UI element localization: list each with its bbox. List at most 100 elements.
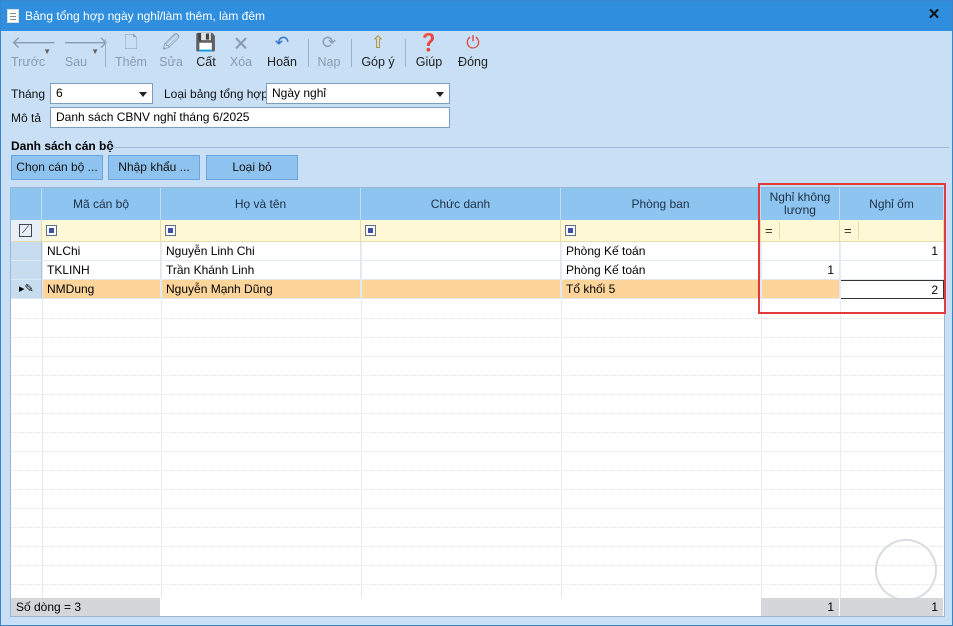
add-button[interactable]: 🗋 Thêm — [115, 33, 147, 69]
report-type-label: Loại bảng tổng hợp — [164, 87, 268, 101]
footer-unpaid-total: 1 — [761, 598, 840, 616]
cell-name[interactable]: Nguyễn Mạnh Dũng — [161, 280, 361, 299]
toolbar-separator — [308, 39, 309, 67]
column-header-title[interactable]: Chức danh — [361, 188, 561, 220]
filter-operator-icon[interactable] — [46, 225, 57, 236]
grid-line — [761, 242, 762, 598]
column-header-code[interactable]: Mã cán bộ — [42, 188, 161, 220]
filter-operator-icon[interactable] — [565, 225, 576, 236]
remove-button[interactable]: Loại bỏ — [206, 155, 298, 180]
choose-staff-button[interactable]: Chọn cán bộ ... — [11, 155, 103, 180]
cell-department[interactable]: Phòng Kế toán — [561, 261, 761, 280]
help-button[interactable]: ❓ Giúp — [415, 33, 443, 69]
cell-unpaid-leave[interactable]: 1 — [761, 261, 840, 280]
new-document-icon: 🗋 — [124, 33, 138, 52]
undo-label: Hoãn — [267, 55, 297, 69]
cell-name[interactable]: Nguyễn Linh Chi — [161, 242, 361, 261]
filter-name[interactable] — [161, 220, 361, 242]
month-label: Tháng — [11, 87, 46, 101]
filter-department[interactable] — [561, 220, 761, 242]
cell-unpaid-leave[interactable] — [761, 242, 840, 261]
grid-line — [11, 527, 944, 528]
staff-list-title: Danh sách cán bộ — [11, 139, 114, 153]
delete-document-icon: 🗙 — [234, 33, 248, 52]
delete-button[interactable]: 🗙 Xóa — [229, 33, 253, 69]
grid-line — [11, 375, 944, 376]
column-header-unpaid-leave[interactable]: Nghỉ không lương — [761, 188, 840, 220]
cell-sick-leave-editing[interactable]: 2 — [840, 280, 944, 299]
cell-sick-leave[interactable] — [840, 261, 944, 280]
cell-sick-leave[interactable]: 1 — [840, 242, 944, 261]
close-window-button[interactable]: ✕ — [924, 5, 944, 25]
import-button[interactable]: Nhập khẩu ... — [108, 155, 200, 180]
filter-input[interactable] — [858, 222, 943, 239]
footer-sick-total: 1 — [840, 598, 944, 616]
cell-code[interactable]: NMDung — [42, 280, 161, 299]
month-value: 6 — [56, 86, 63, 100]
report-type-select[interactable]: Ngày nghỉ — [266, 83, 450, 104]
description-field[interactable]: Danh sách CBNV nghỉ tháng 6/2025 — [50, 107, 450, 128]
filter-edit-icon[interactable]: ⟋ — [19, 224, 32, 237]
title-bar: Bảng tổng hợp ngày nghỉ/làm thêm, làm đê… — [1, 1, 952, 31]
feedback-label: Góp ý — [361, 55, 395, 69]
edit-button[interactable]: 🖉 Sửa — [159, 33, 183, 69]
filter-code[interactable] — [42, 220, 161, 242]
filter-input[interactable] — [779, 222, 839, 239]
filter-row-header: ⟋ — [11, 220, 42, 242]
floppy-disk-icon: 💾 — [195, 33, 217, 52]
toolbar-separator — [405, 39, 406, 67]
column-header-department[interactable]: Phòng ban — [561, 188, 761, 220]
grid-line — [11, 356, 944, 357]
grid-line — [11, 413, 944, 414]
month-select[interactable]: 6 — [50, 83, 153, 104]
toolbar-separator — [105, 39, 106, 67]
cell-title[interactable] — [361, 280, 561, 299]
column-header-sick-leave[interactable]: Nghỉ ốm — [840, 188, 944, 220]
help-icon: ❓ — [418, 33, 440, 52]
description-value: Danh sách CBNV nghỉ tháng 6/2025 — [56, 110, 250, 124]
cell-code[interactable]: NLChi — [42, 242, 161, 261]
grid-line — [11, 508, 944, 509]
filter-unpaid-leave[interactable]: = — [761, 220, 840, 242]
cell-title[interactable] — [361, 242, 561, 261]
grid-line — [11, 546, 944, 547]
filter-operator-icon[interactable] — [165, 225, 176, 236]
close-button[interactable]: ⏻ Đóng — [457, 33, 489, 69]
row-selector[interactable] — [11, 261, 42, 280]
forward-button[interactable]: 🡒 Sau ▼ — [63, 33, 109, 69]
description-label: Mô tả — [11, 111, 42, 125]
staff-grid: Mã cán bộ Họ và tên Chức danh Phòng ban … — [10, 187, 945, 617]
row-selector[interactable] — [11, 242, 42, 261]
grid-line — [11, 394, 944, 395]
cell-code[interactable]: TKLINH — [42, 261, 161, 280]
cell-department[interactable]: Phòng Kế toán — [561, 242, 761, 261]
grid-line — [11, 337, 944, 338]
grid-line — [361, 242, 362, 598]
forward-dropdown-icon[interactable]: ▼ — [91, 47, 99, 56]
back-button[interactable]: 🡐 Trước ▼ — [11, 33, 57, 69]
window-title: Bảng tổng hợp ngày nghỉ/làm thêm, làm đê… — [25, 9, 266, 23]
equals-icon[interactable]: = — [765, 223, 773, 238]
feedback-button[interactable]: ⇧ Góp ý — [361, 33, 395, 69]
footer-spacer — [161, 598, 761, 616]
grid-footer: Số dòng = 3 1 1 — [11, 598, 944, 616]
grid-line — [11, 565, 944, 566]
row-selector[interactable]: ▸✎ — [11, 280, 42, 299]
back-dropdown-icon[interactable]: ▼ — [43, 47, 51, 56]
app-icon — [7, 9, 19, 23]
undo-button[interactable]: ↶ Hoãn — [267, 33, 297, 69]
grid-line — [11, 489, 944, 490]
column-header-name[interactable]: Họ và tên — [161, 188, 361, 220]
equals-icon[interactable]: = — [844, 223, 852, 238]
save-button[interactable]: 💾 Cất — [195, 33, 217, 69]
cell-name[interactable]: Trần Khánh Linh — [161, 261, 361, 280]
grid-line — [42, 242, 43, 598]
cell-department[interactable]: Tổ khối 5 — [561, 280, 761, 299]
filter-title[interactable] — [361, 220, 561, 242]
cell-unpaid-leave[interactable] — [761, 280, 840, 299]
refresh-icon: ⟳ — [321, 33, 337, 52]
reload-button[interactable]: ⟳ Nạp — [317, 33, 341, 69]
cell-title[interactable] — [361, 261, 561, 280]
filter-sick-leave[interactable]: = — [840, 220, 944, 242]
filter-operator-icon[interactable] — [365, 225, 376, 236]
